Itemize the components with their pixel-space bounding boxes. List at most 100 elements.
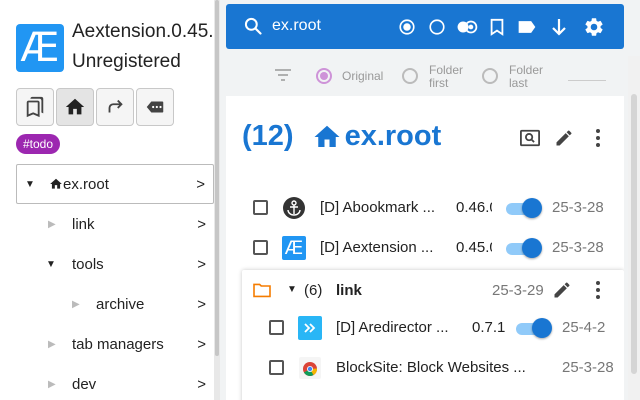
expand-arrow-icon[interactable]: ▼: [287, 284, 297, 295]
bookmark-icon[interactable]: [486, 16, 508, 38]
tag-button[interactable]: [136, 88, 174, 126]
chevron-right-icon[interactable]: >: [197, 296, 206, 313]
search-in-folder-icon[interactable]: [518, 126, 542, 150]
item-checkbox[interactable]: [253, 200, 268, 215]
subfolder-name: link: [336, 282, 362, 299]
item-date: 25-3-28: [552, 239, 604, 256]
home-icon: [65, 98, 85, 115]
item-version: 0.46.0: [456, 199, 492, 216]
folder-count: (12): [242, 120, 294, 152]
bookmarks-icon: [26, 96, 44, 118]
sort-options: Original Folder first Folder last: [226, 58, 624, 94]
gear-icon[interactable]: [583, 16, 605, 38]
tree-item-link[interactable]: ▶ link >: [16, 204, 214, 244]
item-checkbox[interactable]: [253, 240, 268, 255]
tree-item-label: archive: [96, 295, 145, 313]
folder-title: (12) ex.root: [242, 120, 441, 153]
sort-divider: [568, 80, 606, 81]
edit-pencil-icon[interactable]: [550, 278, 574, 302]
subfolder-count: (6): [304, 282, 323, 299]
list-item[interactable]: Æ [D] Aextension ... 0.45.0 25-3-28: [226, 230, 624, 266]
list-item[interactable]: [D] Aredirector ... 0.7.1 25-4-2: [242, 310, 624, 346]
tree-item-ex-root[interactable]: ▼ ex.root >: [16, 164, 214, 204]
sort-radio-folder-last[interactable]: [482, 68, 498, 84]
label-icon[interactable]: [516, 16, 538, 38]
item-version: 0.45.0: [456, 239, 492, 256]
folder-icon: [253, 283, 271, 298]
subfolder-date: 25-3-29: [492, 282, 544, 299]
chevron-right-icon[interactable]: >: [197, 376, 206, 393]
tree-item-label: dev: [72, 375, 97, 393]
edit-pencil-icon[interactable]: [552, 126, 576, 150]
more-vert-icon[interactable]: [586, 278, 610, 302]
collapsed-arrow-icon: ▶: [48, 338, 56, 350]
subfolder-header[interactable]: ▼ (6) link 25-3-29: [242, 270, 624, 310]
chevron-right-icon[interactable]: >: [197, 256, 206, 273]
label-icon: [146, 101, 164, 113]
enable-toggle[interactable]: [506, 198, 542, 218]
tree-item-dev[interactable]: ▶ dev >: [16, 364, 214, 400]
chevron-right-icon[interactable]: >: [197, 216, 206, 233]
share-button[interactable]: [96, 88, 134, 126]
tree-item-archive[interactable]: ▶ archive >: [16, 284, 214, 324]
tree-item-tab-managers[interactable]: ▶ tab managers >: [16, 324, 214, 364]
sort-radio-folder-first[interactable]: [402, 68, 418, 84]
radio-unchecked-icon[interactable]: [426, 16, 448, 38]
app-status: Unregistered: [72, 51, 181, 72]
search-input[interactable]: [272, 17, 392, 35]
item-title: [D] Aredirector ...: [336, 319, 449, 336]
item-date: 25-4-2: [562, 319, 606, 336]
list-item[interactable]: [D] Abookmark ... 0.46.0 25-3-28: [226, 190, 624, 226]
collapsed-arrow-icon: ▶: [48, 378, 56, 390]
collapsed-arrow-icon: ▶: [48, 218, 56, 230]
expand-arrow-icon[interactable]: ▼: [46, 259, 56, 270]
toggle-pair-icon[interactable]: [456, 16, 478, 38]
arrow-down-icon[interactable]: [548, 16, 570, 38]
app-window: Æ Aextension.0.45.0 Unregistered #todo ▼…: [0, 0, 640, 400]
bookmarks-button[interactable]: [16, 88, 54, 126]
enable-toggle[interactable]: [506, 238, 542, 258]
more-vert-icon[interactable]: [586, 126, 610, 150]
item-title: [D] Abookmark ...: [320, 199, 436, 216]
forward-arrow-icon: [108, 99, 123, 113]
scrollbar-thumb[interactable]: [215, 0, 219, 356]
enable-toggle[interactable]: [516, 318, 552, 338]
sort-icon: [275, 69, 291, 81]
sidebar-scrollbar[interactable]: [214, 0, 220, 400]
sort-radio-original[interactable]: [316, 68, 332, 84]
radio-checked-icon[interactable]: [396, 16, 418, 38]
sort-label-original: Original: [342, 69, 384, 83]
app-logo: Æ: [16, 24, 64, 72]
tree-item-tools[interactable]: ▼ tools >: [16, 244, 214, 284]
sidebar-toolbar: [16, 88, 174, 126]
item-date: 25-3-28: [562, 359, 614, 376]
collapsed-arrow-icon: ▶: [72, 298, 80, 310]
tree-item-label: tab managers: [72, 335, 164, 353]
subfolder-card: ▼ (6) link 25-3-29 [D] Aredirector ... 0…: [242, 270, 624, 400]
item-date: 25-3-28: [552, 199, 604, 216]
main-scrollbar[interactable]: [628, 56, 640, 400]
folder-tree: ▼ ex.root > ▶ link > ▼ tools > ▶ archive…: [16, 164, 214, 400]
item-title: BlockSite: Block Websites ...: [336, 359, 526, 376]
item-checkbox[interactable]: [269, 360, 284, 375]
folder-name: ex.root: [344, 120, 442, 152]
home-icon: [50, 178, 62, 189]
tree-item-label: link: [72, 215, 95, 233]
anchor-icon: [282, 196, 306, 220]
item-title: [D] Aextension ...: [320, 239, 434, 256]
sidebar: Æ Aextension.0.45.0 Unregistered #todo ▼…: [0, 0, 214, 400]
chevron-right-icon[interactable]: >: [197, 336, 206, 353]
tree-item-label: tools: [72, 255, 104, 273]
search-icon: [244, 17, 262, 35]
chevron-right-icon[interactable]: >: [196, 176, 205, 193]
sort-label-folder-first: Folder first: [429, 63, 464, 90]
scrollbar-thumb[interactable]: [631, 94, 637, 374]
list-item[interactable]: BlockSite: Block Websites ... 25-3-28: [242, 350, 624, 386]
redirect-icon: [298, 316, 322, 340]
ae-icon: Æ: [282, 236, 306, 260]
home-button[interactable]: [56, 88, 94, 126]
item-checkbox[interactable]: [269, 320, 284, 335]
tag-chip-todo[interactable]: #todo: [16, 134, 61, 154]
expand-arrow-icon[interactable]: ▼: [25, 179, 35, 190]
home-icon: [314, 125, 340, 147]
